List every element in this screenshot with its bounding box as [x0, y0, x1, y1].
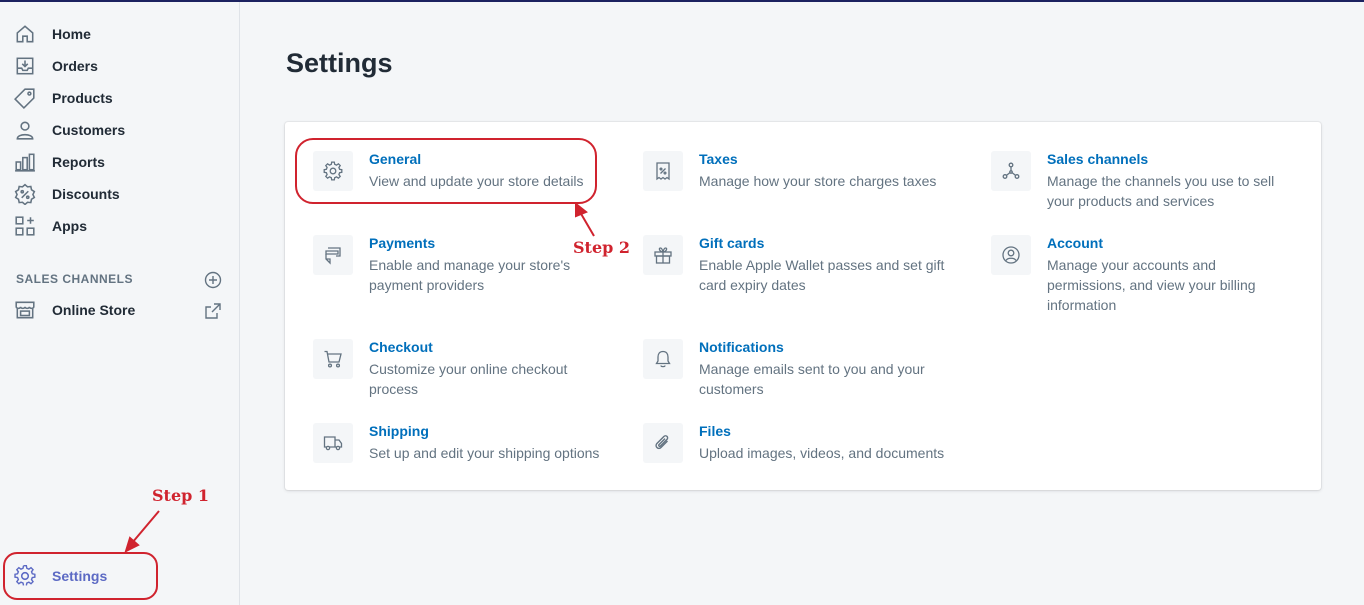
sidebar-item-label: Settings: [52, 568, 108, 584]
page-title: Settings: [286, 48, 393, 78]
setting-description: Enable and manage your store's payment p…: [369, 257, 571, 293]
sidebar-item-label: Apps: [52, 218, 87, 234]
sidebar-item-label: Reports: [52, 154, 105, 170]
sidebar-item-label: Orders: [52, 58, 98, 74]
bell-icon: [643, 339, 683, 379]
setting-description: View and update your store details: [369, 173, 584, 189]
setting-title: Account: [1047, 235, 1103, 251]
step2-label: Step 2: [573, 238, 631, 257]
setting-description: Set up and edit your shipping options: [369, 445, 600, 461]
truck-icon: [313, 423, 353, 463]
payments-icon: [313, 235, 353, 275]
setting-files[interactable]: Files Upload images, videos, and documen…: [643, 423, 953, 473]
setting-description: Manage how your store charges taxes: [699, 173, 937, 189]
store-icon: [14, 299, 36, 321]
sidebar-item-discounts[interactable]: Discounts: [0, 178, 239, 210]
step1-label: Step 1: [152, 486, 210, 505]
setting-account[interactable]: Account Manage your accounts and permiss…: [991, 235, 1301, 325]
setting-title: Taxes: [699, 151, 738, 167]
sidebar-item-products[interactable]: Products: [0, 82, 239, 114]
sidebar-item-label: Home: [52, 26, 91, 42]
paperclip-icon: [643, 423, 683, 463]
sidebar-item-label: Discounts: [52, 186, 120, 202]
home-icon: [14, 23, 36, 45]
tag-icon: [14, 87, 36, 109]
setting-title: Files: [699, 423, 731, 439]
add-channel-icon[interactable]: [203, 270, 223, 290]
setting-description: Manage emails sent to you and your custo…: [699, 361, 925, 397]
sidebar-item-label: Products: [52, 90, 113, 106]
gift-icon: [643, 235, 683, 275]
external-link-icon[interactable]: [203, 301, 223, 321]
setting-title: Checkout: [369, 339, 433, 355]
setting-description: Upload images, videos, and documents: [699, 445, 945, 461]
sidebar-item-apps[interactable]: Apps: [0, 210, 239, 242]
setting-checkout[interactable]: Checkout Customize your online checkout …: [313, 339, 613, 409]
discount-icon: [14, 183, 36, 205]
sidebar-item-orders[interactable]: Orders: [0, 50, 239, 82]
gear-icon: [313, 151, 353, 191]
setting-notifications[interactable]: Notifications Manage emails sent to you …: [643, 339, 953, 409]
sidebar-item-reports[interactable]: Reports: [0, 146, 239, 178]
apps-icon: [14, 215, 36, 237]
cart-icon: [313, 339, 353, 379]
setting-shipping[interactable]: Shipping Set up and edit your shipping o…: [313, 423, 613, 473]
sidebar-item-online-store[interactable]: Online Store: [0, 294, 195, 326]
gear-icon: [14, 565, 36, 587]
setting-taxes[interactable]: Taxes Manage how your store charges taxe…: [643, 151, 953, 201]
account-icon: [991, 235, 1031, 275]
setting-description: Customize your online checkout process: [369, 361, 568, 397]
setting-title: Sales channels: [1047, 151, 1149, 167]
setting-description: Enable Apple Wallet passes and set gift …: [699, 257, 945, 293]
setting-title: General: [369, 151, 422, 167]
settings-card: General View and update your store detai…: [285, 122, 1321, 490]
sidebar: Home Orders Products Customers Reports D…: [0, 2, 240, 605]
setting-sales-channels[interactable]: Sales channels Manage the channels you u…: [991, 151, 1301, 221]
setting-general[interactable]: General View and update your store detai…: [313, 151, 613, 201]
sidebar-item-customers[interactable]: Customers: [0, 114, 239, 146]
setting-title: Shipping: [369, 423, 429, 439]
sales-channels-heading: SALES CHANNELS: [16, 272, 134, 286]
bar-chart-icon: [14, 151, 36, 173]
setting-gift-cards[interactable]: Gift cards Enable Apple Wallet passes an…: [643, 235, 953, 305]
orders-icon: [14, 55, 36, 77]
sidebar-item-home[interactable]: Home: [0, 18, 239, 50]
sidebar-item-label: Online Store: [52, 302, 136, 318]
setting-payments[interactable]: Payments Enable and manage your store's …: [313, 235, 613, 305]
setting-description: Manage your accounts and permissions, an…: [1047, 257, 1256, 313]
setting-title: Notifications: [699, 339, 784, 355]
sidebar-item-settings[interactable]: Settings: [0, 560, 239, 592]
setting-title: Gift cards: [699, 235, 765, 251]
sidebar-item-label: Customers: [52, 122, 126, 138]
channels-icon: [991, 151, 1031, 191]
receipt-icon: [643, 151, 683, 191]
setting-description: Manage the channels you use to sell your…: [1047, 173, 1275, 209]
setting-title: Payments: [369, 235, 436, 251]
person-icon: [14, 119, 36, 141]
